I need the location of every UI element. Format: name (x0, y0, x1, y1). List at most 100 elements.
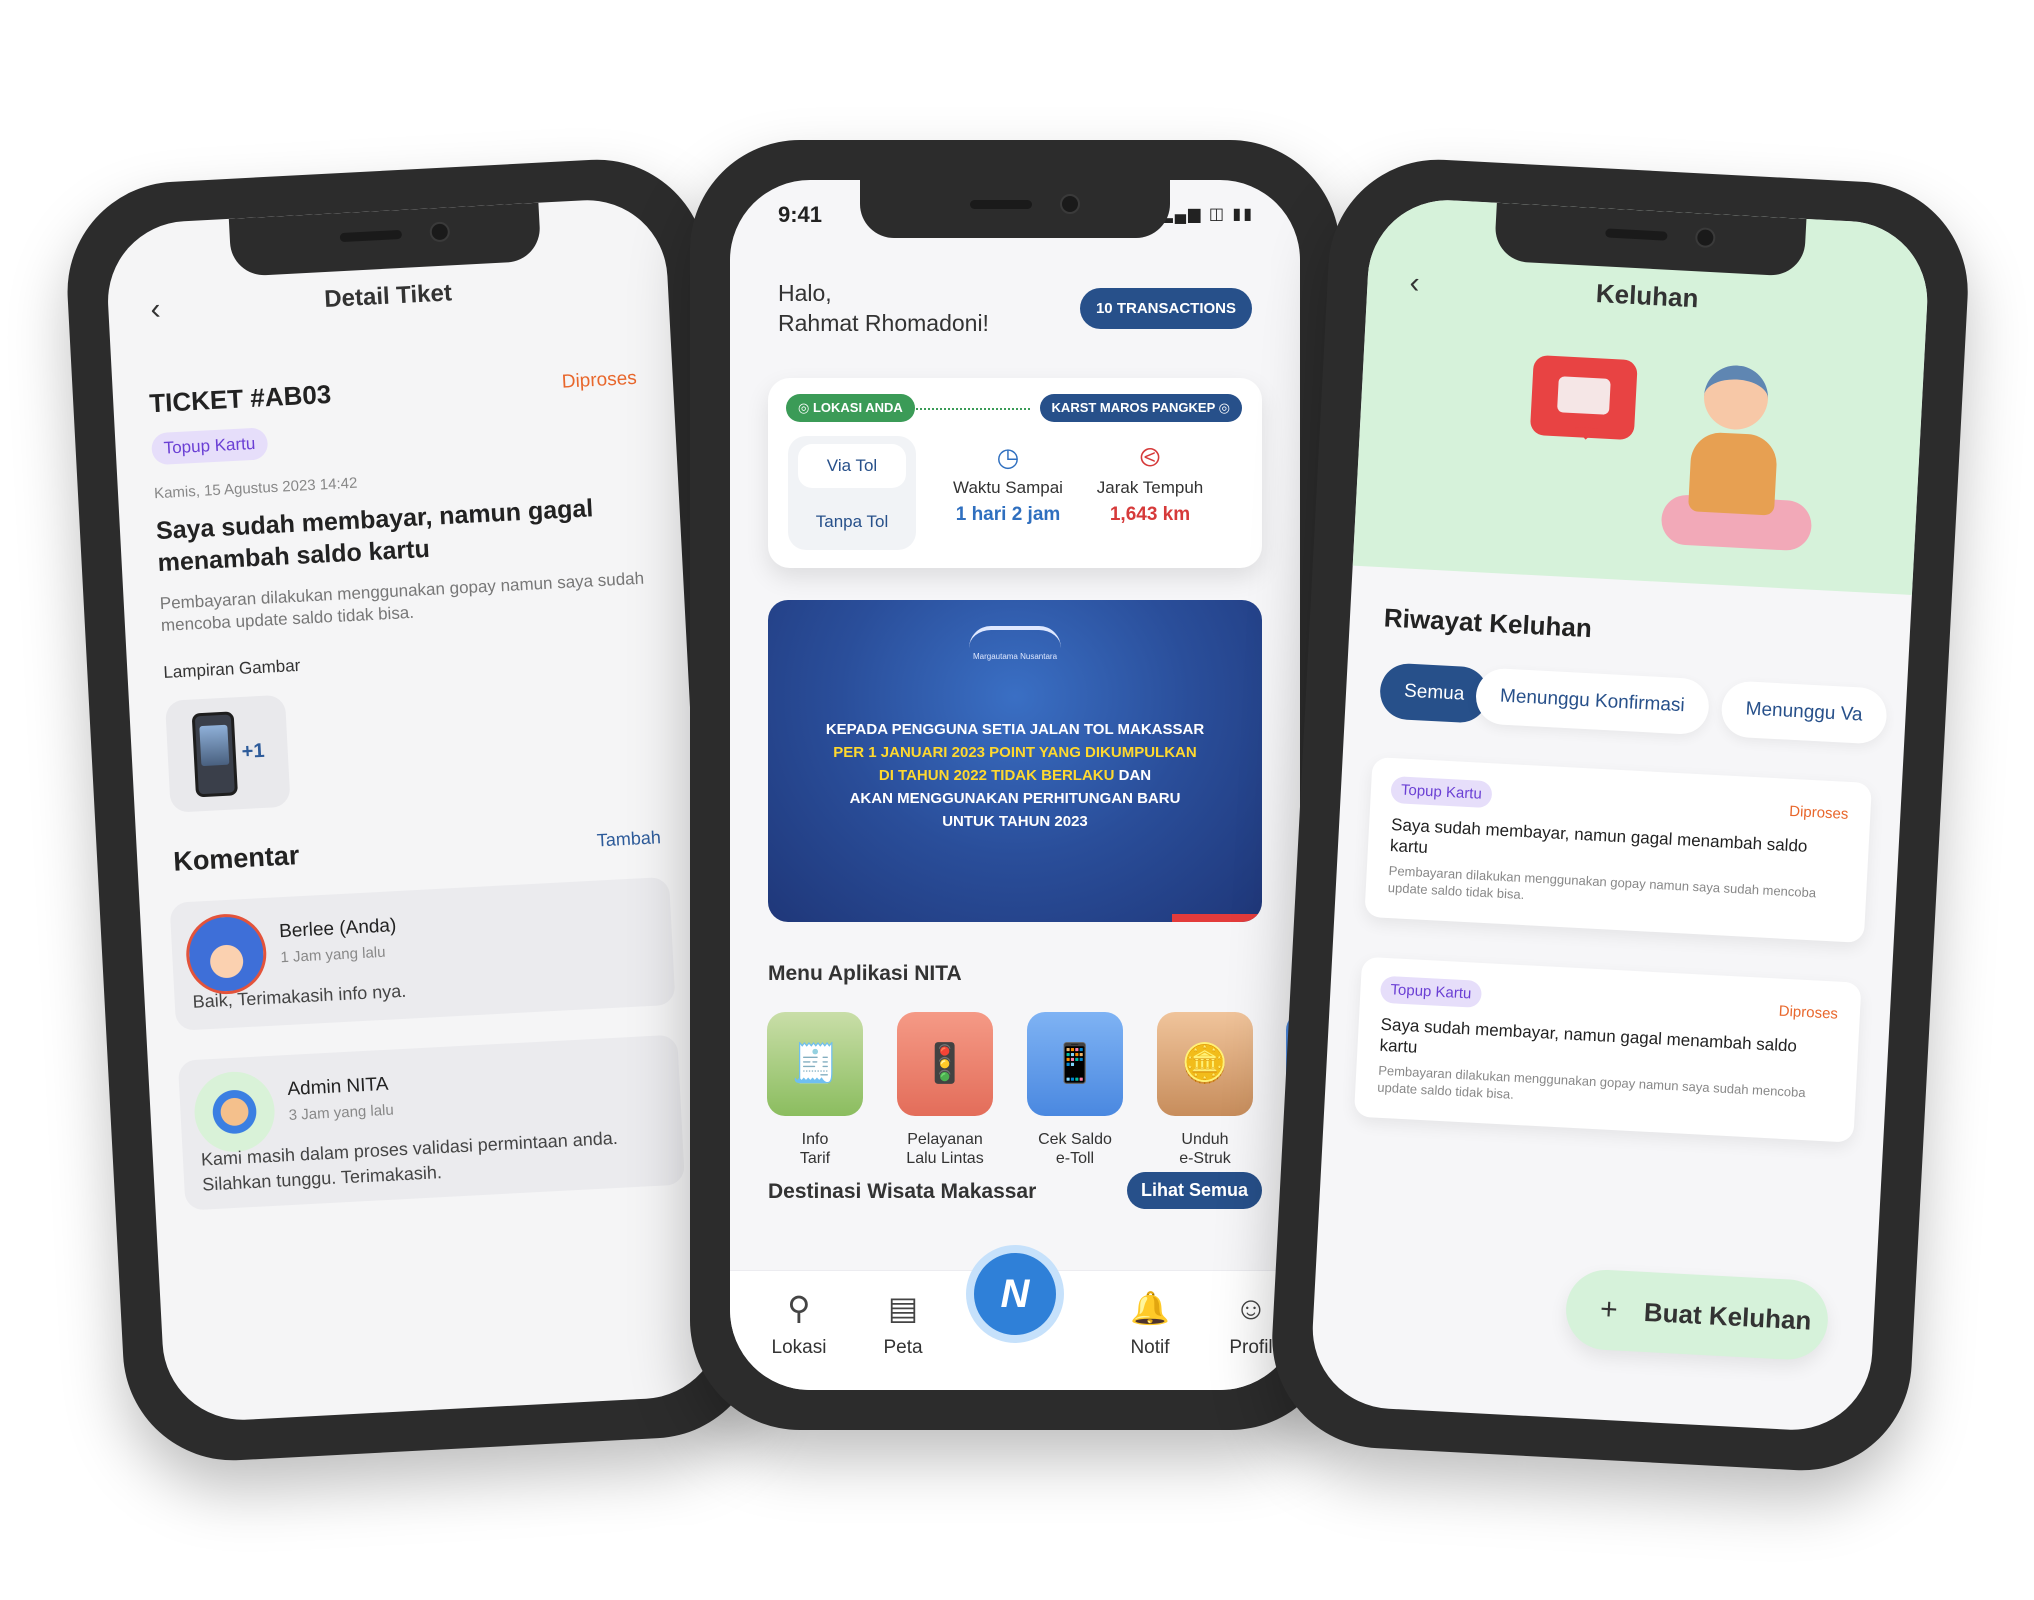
menu-label-line: Tarif (799, 1150, 831, 1167)
screen-home: 9:41 ▂▄▆ ◫ ▮▮ Halo, Rahmat Rhomadoni! 10… (730, 180, 1300, 1390)
comment-author: Admin NITA (286, 1073, 389, 1101)
phone-notch (228, 202, 542, 277)
menu-label-line: Info (801, 1131, 829, 1148)
company-logo: Margautama Nusantara (969, 626, 1061, 678)
location-pin-icon: ◎ (1215, 400, 1230, 415)
menu-unduh-struk[interactable]: 🪙 Unduh e-Struk (1156, 1012, 1254, 1168)
comment-item: Berlee (Anda) 1 Jam yang lalu Baik, Teri… (169, 876, 676, 1031)
compass-icon: ⧀ (1139, 442, 1161, 472)
section-title: Riwayat Keluhan (1383, 602, 1593, 644)
option-tanpa-tol[interactable]: Tanpa Tol (788, 500, 916, 544)
distance-label: Jarak Tempuh (1096, 478, 1204, 497)
screen-keluhan: ‹ Keluhan Riwayat Keluhan Semua Menunggu… (1308, 196, 1932, 1434)
clock-icon: ◷ (996, 442, 1020, 472)
comment-text: Kami masih dalam proses validasi permint… (200, 1127, 619, 1195)
comment-text: Baik, Terimakasih info nya. (192, 980, 407, 1012)
ticket-number: TICKET #AB03 (148, 378, 332, 419)
option-via-tol[interactable]: Via Tol (798, 444, 906, 488)
transactions-button[interactable]: 10 TRANSACTIONS (1079, 288, 1252, 329)
location-pin-icon: ◎ (798, 400, 813, 415)
banner-text: KEPADA PENGGUNA SETIA JALAN TOL MAKASSAR… (788, 718, 1242, 833)
arrival-time-label: Waktu Sampai (953, 478, 1063, 497)
route-options: Via Tol Tanpa Tol (788, 436, 916, 550)
add-comment-link[interactable]: Tambah (596, 827, 661, 851)
filter-semua[interactable]: Semua (1378, 662, 1490, 724)
menu-label-line: Unduh (1181, 1131, 1229, 1148)
comment-time: 1 Jam yang lalu (280, 943, 386, 967)
category-chip: Topup Kartu (150, 427, 269, 466)
menu-label: Unduh e-Struk (1156, 1130, 1254, 1168)
plus-icon: + (1599, 1292, 1619, 1327)
route-card: ◎ LOKASI ANDA KARST MAROS PANGKEP ◎ Via … (768, 378, 1262, 568)
menu-label: Info Tarif (766, 1130, 864, 1168)
arrival-time-value: 1 hari 2 jam (955, 504, 1061, 525)
destination-label: KARST MAROS PANGKEP (1051, 400, 1216, 415)
menu-label-line: e-Toll (1055, 1150, 1095, 1167)
greeting-line: Halo, (778, 280, 832, 306)
menu-label: Pelayanan Lalu Lintas (896, 1130, 994, 1168)
category-chip: Topup Kartu (1379, 975, 1483, 1008)
receipt-icon: 🧾 (767, 1012, 863, 1116)
menu-label-line: e-Struk (1179, 1150, 1231, 1167)
destination-pill[interactable]: KARST MAROS PANGKEP ◎ (1039, 394, 1242, 422)
tab-label: Notif (1130, 1337, 1170, 1358)
tab-peta[interactable]: ▤ Peta (858, 1289, 948, 1359)
complaint-card[interactable]: Topup Kartu Diproses Saya sudah membayar… (1364, 756, 1873, 943)
phone-home: 9:41 ▂▄▆ ◫ ▮▮ Halo, Rahmat Rhomadoni! 10… (690, 140, 1340, 1430)
menu-cek-saldo[interactable]: 📱 Cek Saldo e-Toll (1026, 1012, 1124, 1168)
attachment-thumbnail[interactable]: +1 (164, 694, 291, 813)
card-phone-icon: 📱 (1027, 1012, 1123, 1116)
person-illustration (1649, 361, 1819, 569)
comment-item: Admin NITA 3 Jam yang lalu Kami masih da… (177, 1034, 685, 1211)
banner-line: UNTUK TAHUN 2023 (942, 813, 1088, 830)
status-badge: Diproses (561, 367, 638, 393)
ticket-heading: Saya sudah membayar, namun gagal menamba… (155, 494, 594, 578)
location-pin-icon: ⚲ (787, 1290, 811, 1326)
map-icon: ▤ (887, 1290, 919, 1326)
signal-wifi-battery-icon: ▂▄▆ ◫ ▮▮ (1160, 206, 1254, 223)
avatar (192, 1069, 277, 1154)
arrival-time-metric: ◷ Waktu Sampai 1 hari 2 jam (938, 442, 1078, 526)
tab-notif[interactable]: 🔔 Notif (1105, 1289, 1195, 1359)
complaint-card[interactable]: Topup Kartu Diproses Saya sudah membayar… (1353, 956, 1862, 1143)
comments-title: Komentar (172, 840, 301, 877)
status-time: 9:41 (778, 202, 823, 227)
user-name: Rahmat Rhomadoni! (778, 310, 989, 336)
filter-menunggu-konfirmasi[interactable]: Menunggu Konfirmasi (1474, 667, 1711, 736)
tab-lokasi[interactable]: ⚲ Lokasi (754, 1289, 844, 1359)
phone-image-icon (191, 711, 238, 798)
tab-label: Peta (883, 1337, 923, 1358)
page-title: Detail Tiket (323, 279, 453, 314)
comment-author: Berlee (Anda) (278, 915, 397, 943)
promo-banner[interactable]: Margautama Nusantara KEPADA PENGGUNA SET… (768, 600, 1262, 922)
menu-label-line: Pelayanan (907, 1131, 983, 1148)
menu-label-line: Cek Saldo (1038, 1131, 1112, 1148)
coin-receipt-icon: 🪙 (1157, 1012, 1253, 1116)
menu-pelayanan-lalu-lintas[interactable]: 🚦 Pelayanan Lalu Lintas (896, 1012, 994, 1168)
distance-metric: ⧀ Jarak Tempuh 1,643 km (1080, 442, 1220, 526)
nita-logo-button[interactable]: N (966, 1245, 1064, 1343)
menu-label-line: Lalu Lintas (906, 1150, 984, 1167)
tab-label: Lokasi (771, 1337, 827, 1358)
origin-label: LOKASI ANDA (812, 400, 903, 415)
attachment-label: Lampiran Gambar (162, 655, 301, 682)
filter-menunggu-validasi[interactable]: Menunggu Va (1720, 680, 1888, 745)
traffic-light-icon: 🚦 (897, 1012, 993, 1116)
route-line (916, 408, 1030, 410)
destinations-title: Destinasi Wisata Makassar (768, 1180, 1037, 1203)
mail-bubble-icon (1529, 354, 1638, 441)
menu-info-tarif[interactable]: 🧾 Info Tarif (766, 1012, 864, 1168)
origin-pill[interactable]: ◎ LOKASI ANDA (786, 394, 915, 422)
avatar (184, 912, 269, 997)
banner-line: DAN (1114, 767, 1152, 784)
ticket-description: Pembayaran dilakukan menggunakan gopay n… (159, 568, 645, 636)
logo-text: Margautama Nusantara (972, 652, 1058, 661)
status-badge: Diproses (1778, 1002, 1839, 1023)
create-complaint-button[interactable]: + Buat Keluhan (1564, 1267, 1830, 1362)
banner-highlight-line: PER 1 JANUARI 2023 POINT YANG DIKUMPULKA… (833, 744, 1197, 761)
see-all-button[interactable]: Lihat Semua (1126, 1172, 1262, 1209)
bell-icon: 🔔 (1130, 1290, 1170, 1326)
banner-line: KEPADA PENGGUNA SETIA JALAN TOL MAKASSAR (825, 721, 1205, 738)
attachment-more-count: +1 (241, 739, 266, 763)
phone-keluhan: ‹ Keluhan Riwayat Keluhan Semua Menunggu… (1266, 154, 1974, 1476)
